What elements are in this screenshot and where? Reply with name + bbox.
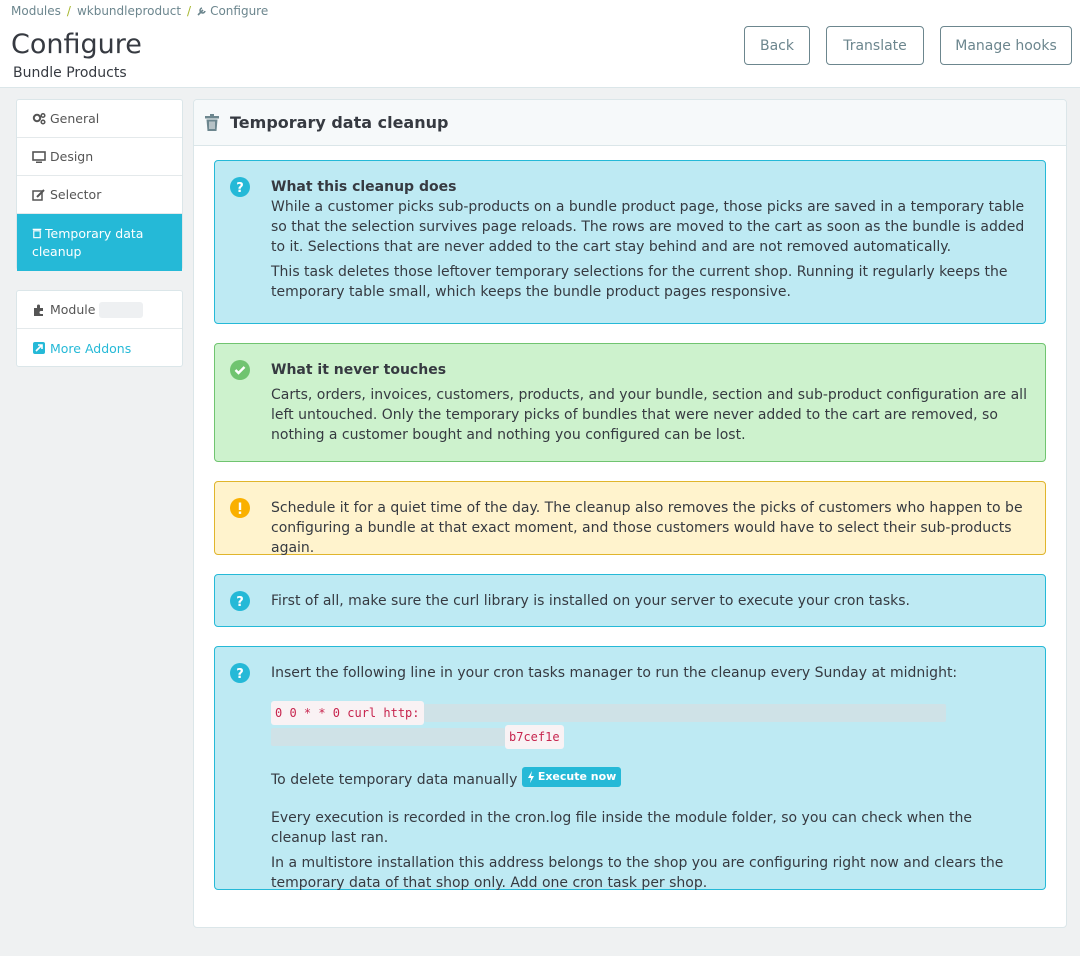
breadcrumb: Modules / wkbundleproduct / Configure	[11, 4, 269, 18]
svg-text:?: ?	[236, 667, 244, 682]
sidebar-item-label: More Addons	[50, 340, 132, 356]
breadcrumb-configure: Configure	[210, 4, 269, 18]
edit-icon	[32, 188, 45, 201]
external-link-icon	[33, 342, 45, 354]
desktop-icon	[32, 150, 46, 163]
cron-command-end: b7cef1e	[505, 725, 564, 749]
bolt-icon	[527, 771, 534, 783]
sidebar-item-label: General	[50, 111, 100, 126]
alert-text: In a multistore installation this addres…	[271, 855, 1004, 891]
panel-title: Temporary data cleanup	[230, 113, 449, 132]
question-circle-icon: ?	[230, 591, 250, 611]
module-version-redacted	[99, 301, 144, 318]
cron-command[interactable]: 0 0 * * 0 curl http: b7cef1e	[271, 701, 1031, 749]
sidebar-item-temporary-data-cleanup[interactable]: Temporary data cleanup	[17, 214, 182, 271]
translate-button[interactable]: Translate	[826, 26, 924, 65]
sidebar-item-label: Design	[50, 149, 94, 164]
execute-now-label: Execute now	[537, 770, 617, 783]
sidebar-item-design[interactable]: Design	[17, 138, 182, 176]
question-circle-icon: ?	[230, 663, 250, 683]
trash-icon	[32, 228, 42, 239]
sidebar-item-module[interactable]: Module	[17, 291, 182, 329]
alert-cron-instructions: ? Insert the following line in your cron…	[214, 646, 1046, 891]
check-circle-icon	[230, 360, 250, 380]
config-sidebar: General Design Selector Temporary data c…	[16, 99, 183, 271]
svg-text:?: ?	[236, 181, 244, 196]
sidebar-item-label: Temporary data cleanup	[32, 225, 182, 261]
alert-text: First of all, make sure the curl library…	[271, 593, 910, 609]
sidebar-item-text: Temporary data cleanup	[32, 226, 144, 259]
cleanup-panel: Temporary data cleanup ? What this clean…	[193, 99, 1067, 928]
sidebar-item-label: Selector	[50, 187, 102, 202]
sidebar-item-label: Module	[50, 302, 96, 317]
trash-icon	[205, 113, 219, 131]
alert-schedule-warning: Schedule it for a quiet time of the day.…	[214, 481, 1046, 556]
sidebar-item-more-addons[interactable]: More Addons	[17, 329, 182, 367]
wrench-icon	[197, 7, 206, 16]
page-subtitle: Bundle Products	[13, 65, 127, 81]
cron-url-redacted	[423, 704, 946, 722]
breadcrumb-module[interactable]: wkbundleproduct	[77, 4, 181, 18]
sidebar-item-general[interactable]: General	[17, 100, 182, 138]
alert-text: Every execution is recorded in the cron.…	[271, 810, 972, 846]
alert-text: Insert the following line in your cron t…	[271, 665, 958, 681]
panel-heading: Temporary data cleanup	[194, 100, 1066, 146]
manual-delete-line: To delete temporary data manually Execut…	[271, 767, 1031, 790]
alert-what-it-never-touches: What it never touches Carts, orders, inv…	[214, 343, 1046, 462]
alert-curl-requirement: ? First of all, make sure the curl libra…	[214, 574, 1046, 627]
page-title: Configure	[11, 29, 142, 60]
puzzle-icon	[34, 304, 43, 316]
sidebar-extra: Module More Addons	[16, 290, 183, 367]
gears-icon	[32, 112, 46, 125]
manual-delete-label: To delete temporary data manually	[271, 772, 518, 788]
alert-text: Carts, orders, invoices, customers, prod…	[271, 387, 1027, 443]
cron-command-start: 0 0 * * 0 curl http:	[271, 701, 424, 725]
page-header: Modules / wkbundleproduct / Configure Config…	[0, 0, 1080, 88]
cron-token-redacted	[271, 728, 505, 746]
sidebar-item-selector[interactable]: Selector	[17, 176, 182, 214]
svg-text:?: ?	[236, 595, 244, 610]
exclamation-circle-icon	[230, 498, 250, 518]
alert-title: What it never touches	[271, 362, 447, 378]
alert-what-cleanup-does: ? What this cleanup does While a custome…	[214, 160, 1046, 324]
breadcrumb-modules[interactable]: Modules	[11, 4, 61, 18]
alert-text: Schedule it for a quiet time of the day.…	[271, 500, 1023, 556]
alert-text: This task deletes those leftover tempora…	[271, 264, 1008, 300]
question-circle-icon: ?	[230, 177, 250, 197]
manage-hooks-button[interactable]: Manage hooks	[940, 26, 1072, 65]
alert-text: While a customer picks sub-products on a…	[271, 199, 1025, 255]
execute-now-button[interactable]: Execute now	[521, 767, 622, 787]
alert-title: What this cleanup does	[271, 179, 457, 195]
back-button[interactable]: Back	[744, 26, 810, 65]
